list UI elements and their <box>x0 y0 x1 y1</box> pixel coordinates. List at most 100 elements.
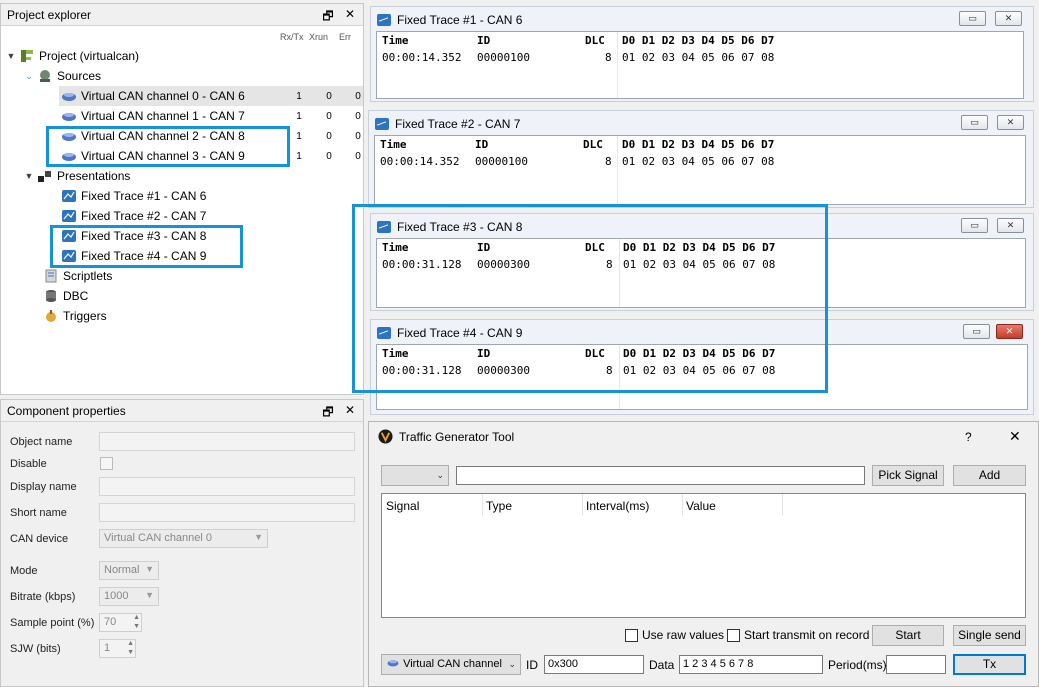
single-send-button[interactable]: Single send <box>953 625 1026 646</box>
highlight-box-traces <box>50 225 243 268</box>
xrun-count: 0 <box>326 150 332 162</box>
restore-button[interactable]: ▭ <box>963 324 990 339</box>
can-device-select[interactable]: Virtual CAN channel 0 ▼ <box>99 529 268 548</box>
scriptlets-icon <box>45 269 57 283</box>
float-icon[interactable]: 🗗 <box>321 403 335 424</box>
tree-item-trace-2[interactable]: Fixed Trace #2 - CAN 7 <box>59 206 206 226</box>
start-on-record-label: Start transmit on record <box>744 628 870 642</box>
short-name-field[interactable] <box>99 503 355 522</box>
help-icon[interactable]: ? <box>965 430 972 444</box>
spin-arrows-icon[interactable]: ▲ ▼ <box>133 613 140 631</box>
add-button[interactable]: Add <box>953 465 1026 486</box>
column-interval[interactable]: Interval(ms) <box>586 499 649 513</box>
row-id: 00000100 <box>475 155 528 168</box>
sjw-spinbox[interactable]: 1 ▲ ▼ <box>99 639 136 658</box>
trace-table: Time ID DLC D0 D1 D2 D3 D4 D5 D6 D7 00:0… <box>376 31 1024 99</box>
tree-item-label: Virtual CAN channel 0 - CAN 6 <box>81 89 245 103</box>
period-input[interactable] <box>886 655 946 674</box>
column-dlc: DLC <box>585 34 605 47</box>
can-channel-icon <box>62 113 76 121</box>
start-button[interactable]: Start <box>872 625 944 646</box>
column-divider <box>482 494 483 516</box>
app-logo-icon <box>378 429 393 444</box>
column-value[interactable]: Value <box>686 499 716 513</box>
component-properties-title: Component properties 🗗 ✕ <box>1 400 363 422</box>
tree-item-presentations[interactable]: ▼ Presentations <box>23 166 131 186</box>
restore-button[interactable]: ▭ <box>959 11 986 26</box>
row-time: 00:00:14.352 <box>382 51 462 64</box>
can-channel-icon <box>387 660 399 667</box>
display-name-field[interactable] <box>99 477 355 496</box>
bitrate-label: Bitrate (kbps) <box>10 591 76 603</box>
tree-item-scriptlets[interactable]: Scriptlets <box>41 266 112 286</box>
disable-label: Disable <box>10 458 47 470</box>
can-channel-select[interactable]: Virtual CAN channel ⌄ <box>381 654 521 675</box>
tree-item-sources[interactable]: ⌄ Sources <box>23 66 101 86</box>
id-label: ID <box>526 658 538 672</box>
mode-select[interactable]: Normal ▼ <box>99 561 159 580</box>
trace-icon <box>375 118 389 130</box>
close-button[interactable]: ✕ <box>997 115 1024 130</box>
disable-checkbox[interactable] <box>100 457 113 470</box>
project-explorer-title: Project explorer 🗗 ✕ <box>1 4 363 26</box>
chevron-down-icon[interactable]: ▼ <box>23 171 35 181</box>
can-device-label: CAN device <box>10 533 69 545</box>
column-signal[interactable]: Signal <box>386 499 419 513</box>
project-explorer-panel: Project explorer 🗗 ✕ Rx/Tx Xrun Err ▼ Pr… <box>0 3 364 395</box>
trace-window-1[interactable]: Fixed Trace #1 - CAN 6 ▭ ✕ Time ID DLC D… <box>370 6 1034 102</box>
close-button[interactable]: ✕ <box>997 218 1024 233</box>
traffic-generator-window: Traffic Generator Tool ? ✕ ⌄ Pick Signal… <box>368 421 1039 687</box>
tree-item-channel-0[interactable]: Virtual CAN channel 0 - CAN 6 1 0 0 <box>59 86 363 106</box>
tree-item-channel-1[interactable]: Virtual CAN channel 1 - CAN 7 1 0 0 <box>59 106 363 126</box>
signal-search-input[interactable] <box>456 466 865 485</box>
tree-item-label: Fixed Trace #2 - CAN 7 <box>81 209 207 223</box>
close-icon[interactable]: ✕ <box>343 403 357 424</box>
close-button[interactable]: ✕ <box>995 11 1022 26</box>
restore-button[interactable]: ▭ <box>961 115 988 130</box>
close-icon[interactable]: ✕ <box>343 7 357 28</box>
signal-source-select[interactable]: ⌄ <box>381 465 449 486</box>
trace-icon <box>62 210 76 222</box>
chevron-down-icon: ▼ <box>145 564 154 574</box>
short-name-label: Short name <box>10 507 67 519</box>
tx-button[interactable]: Tx <box>953 654 1026 675</box>
restore-button[interactable]: ▭ <box>961 218 988 233</box>
sjw-value: 1 <box>104 642 111 654</box>
xrun-count: 0 <box>326 130 332 142</box>
tree-item-trace-1[interactable]: Fixed Trace #1 - CAN 6 <box>59 186 206 206</box>
start-on-record-checkbox[interactable] <box>727 629 740 642</box>
chevron-down-icon[interactable]: ⌄ <box>23 71 35 82</box>
object-name-field[interactable] <box>99 432 355 451</box>
column-id: ID <box>477 34 491 47</box>
column-data: D0 D1 D2 D3 D4 D5 D6 D7 <box>622 34 775 47</box>
highlight-box-channels <box>46 126 290 167</box>
can-channel-value: Virtual CAN channel <box>403 658 502 670</box>
close-button[interactable]: ✕ <box>996 324 1023 339</box>
column-type[interactable]: Type <box>486 499 512 513</box>
err-count: 0 <box>355 150 361 162</box>
tree-item-label: Project (virtualcan) <box>39 49 140 63</box>
highlight-box-trace-windows <box>352 204 828 393</box>
pick-signal-button[interactable]: Pick Signal <box>872 465 944 486</box>
use-raw-values-label: Use raw values <box>642 628 725 642</box>
close-icon[interactable]: ✕ <box>1009 428 1021 445</box>
data-input[interactable]: 1 2 3 4 5 6 7 8 <box>679 655 823 674</box>
use-raw-values-checkbox[interactable] <box>625 629 638 642</box>
rxtx-count: 1 <box>296 90 302 102</box>
tree-item-dbc[interactable]: DBC <box>41 286 88 306</box>
trace-window-2[interactable]: Fixed Trace #2 - CAN 7 ▭ ✕ Time ID DLC D… <box>368 110 1034 208</box>
spin-arrows-icon[interactable]: ▲ ▼ <box>127 639 134 657</box>
tree-item-label: Presentations <box>57 169 131 183</box>
tree-item-triggers[interactable]: Triggers <box>41 306 107 326</box>
id-input[interactable]: 0x300 <box>544 655 644 674</box>
bitrate-select[interactable]: 1000 ▼ <box>99 587 159 606</box>
column-time: Time <box>380 138 407 151</box>
sample-point-value: 70 <box>104 616 117 628</box>
row-data: 01 02 03 04 05 06 07 08 <box>622 155 775 168</box>
chevron-down-icon[interactable]: ▼ <box>5 51 17 61</box>
tree-item-project[interactable]: ▼ Project (virtualcan) <box>5 46 140 66</box>
float-icon[interactable]: 🗗 <box>321 7 335 28</box>
display-name-label: Display name <box>10 481 77 493</box>
sample-point-spinbox[interactable]: 70 ▲ ▼ <box>99 613 142 632</box>
err-count: 0 <box>355 90 361 102</box>
